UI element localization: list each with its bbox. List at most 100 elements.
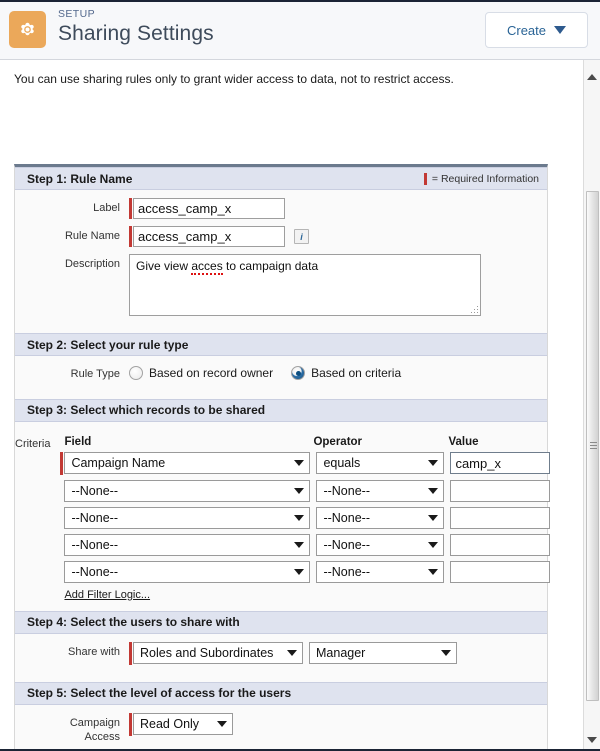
criteria-field-select-4[interactable]: --None--	[64, 534, 310, 556]
criteria-field-select-5[interactable]: --None--	[64, 561, 310, 583]
criteria-operator-select-4[interactable]: --None--	[316, 534, 444, 556]
required-marker-icon	[129, 642, 132, 665]
create-button-label: Create	[507, 23, 546, 38]
info-icon[interactable]: i	[294, 229, 309, 244]
step3-title: Step 3: Select which records to be share…	[27, 403, 265, 417]
criteria-field-select-3[interactable]: --None--	[64, 507, 310, 529]
label-input[interactable]	[133, 198, 285, 219]
criteria-field-value-3: --None--	[71, 511, 118, 525]
criteria-operator-select-3[interactable]: --None--	[316, 507, 444, 529]
share-with-label: Share with	[15, 642, 129, 660]
required-marker-icon	[129, 198, 132, 219]
share-with-role-select[interactable]: Manager	[309, 642, 457, 664]
radio-based-on-criteria[interactable]	[291, 366, 305, 380]
campaign-access-label-line1: Campaign	[70, 717, 120, 729]
criteria-operator-select-1[interactable]: equals	[316, 452, 444, 474]
chevron-down-icon	[294, 488, 304, 494]
chevron-down-icon	[294, 460, 304, 466]
content-pane: You can use sharing rules only to grant …	[0, 59, 600, 751]
campaign-access-label: Campaign Access	[15, 713, 129, 745]
textarea-resize-handle[interactable]	[468, 303, 478, 313]
chevron-down-icon	[428, 515, 438, 521]
scrollbar-grip-icon	[590, 442, 597, 449]
step4-body: Share with Roles and Subordinates Manage…	[15, 634, 547, 682]
criteria-section: Criteria Field Operator Value Campaign N…	[15, 430, 547, 601]
criteria-value-input-1[interactable]	[450, 452, 550, 474]
campaign-access-select[interactable]: Read Only	[133, 713, 233, 735]
step3-body: Criteria Field Operator Value Campaign N…	[15, 422, 547, 611]
criteria-operator-select-2[interactable]: --None--	[316, 480, 444, 502]
step2-header: Step 2: Select your rule type	[15, 333, 547, 356]
radio-based-on-record-owner-label: Based on record owner	[149, 366, 273, 380]
table-row: --None-- --None--	[60, 480, 550, 502]
rule-type-row: Rule Type Based on record owner Based on…	[15, 364, 547, 382]
required-marker-icon	[129, 226, 132, 247]
rule-name-field-label: Rule Name	[15, 226, 129, 244]
criteria-value-input-5[interactable]	[450, 561, 550, 583]
chevron-down-icon	[428, 569, 438, 575]
setup-eyebrow: SETUP	[58, 9, 214, 20]
description-textarea[interactable]: Give view acces to campaign data	[129, 254, 481, 316]
column-header-field: Field	[60, 436, 310, 448]
criteria-field-select-2[interactable]: --None--	[64, 480, 310, 502]
campaign-access-value: Read Only	[140, 717, 199, 731]
description-field-label: Description	[15, 254, 129, 272]
criteria-operator-value-2: --None--	[323, 484, 370, 498]
criteria-value-input-4[interactable]	[450, 534, 550, 556]
radio-based-on-record-owner[interactable]	[129, 366, 143, 380]
rule-name-field-row: Rule Name i	[15, 226, 547, 247]
chevron-down-icon	[294, 542, 304, 548]
table-row: --None-- --None--	[60, 507, 550, 529]
criteria-field-select-1[interactable]: Campaign Name	[64, 452, 310, 474]
criteria-table: Field Operator Value Campaign Name e	[60, 436, 550, 601]
radio-based-on-criteria-label: Based on criteria	[311, 366, 401, 380]
chevron-down-icon	[428, 542, 438, 548]
chevron-down-icon	[554, 26, 566, 34]
page-header: SETUP Sharing Settings Create	[0, 2, 600, 59]
description-field-row: Description Give view acces to campaign …	[15, 254, 547, 316]
criteria-field-value-1: Campaign Name	[71, 456, 165, 470]
page-frame: SETUP Sharing Settings Create You can us…	[0, 0, 600, 751]
create-button[interactable]: Create	[485, 12, 588, 48]
chevron-down-icon	[294, 515, 304, 521]
sharing-rules-notice: You can use sharing rules only to grant …	[0, 60, 600, 97]
table-row: --None-- --None--	[60, 561, 550, 583]
scrollbar-thumb[interactable]	[586, 191, 599, 701]
criteria-value-input-3[interactable]	[450, 507, 550, 529]
scroll-down-arrow-icon[interactable]	[584, 731, 600, 748]
criteria-value-input-2[interactable]	[450, 480, 550, 502]
rule-type-radio-group: Based on record owner Based on criteria	[129, 364, 413, 380]
share-with-select[interactable]: Roles and Subordinates	[133, 642, 303, 664]
criteria-operator-value-3: --None--	[323, 511, 370, 525]
step4-title: Step 4: Select the users to share with	[27, 615, 240, 629]
rule-name-input[interactable]	[133, 226, 285, 247]
add-filter-logic-link[interactable]: Add Filter Logic...	[64, 589, 150, 601]
scroll-up-arrow-icon[interactable]	[584, 68, 600, 85]
description-textarea-text: Give view acces to campaign data	[130, 255, 480, 277]
criteria-operator-select-5[interactable]: --None--	[316, 561, 444, 583]
step5-title: Step 5: Select the level of access for t…	[27, 686, 291, 700]
share-with-role-value: Manager	[316, 646, 365, 660]
criteria-label: Criteria	[15, 436, 60, 601]
description-text-part2: to campaign data	[223, 259, 318, 273]
step1-body: Label Rule Name i Description Give view …	[15, 190, 547, 333]
page-title: Sharing Settings	[58, 23, 214, 44]
campaign-access-row: Campaign Access Read Only	[15, 713, 547, 745]
criteria-field-value-2: --None--	[71, 484, 118, 498]
step2-body: Rule Type Based on record owner Based on…	[15, 356, 547, 399]
criteria-operator-value-1: equals	[323, 456, 360, 470]
label-field-row: Label	[15, 198, 547, 219]
campaign-access-label-line2: Access	[85, 731, 120, 743]
table-row: Campaign Name equals	[60, 452, 550, 475]
step5-body: Campaign Access Read Only	[15, 705, 547, 751]
step4-header: Step 4: Select the users to share with	[15, 611, 547, 634]
share-with-row: Share with Roles and Subordinates Manage…	[15, 642, 547, 665]
chevron-down-icon	[217, 721, 227, 727]
share-with-value: Roles and Subordinates	[140, 646, 273, 660]
vertical-scrollbar[interactable]	[583, 60, 600, 751]
required-legend-text: = Required Information	[432, 173, 539, 185]
label-field-label: Label	[15, 198, 129, 216]
header-text-group: SETUP Sharing Settings	[58, 9, 214, 44]
gear-icon	[9, 11, 46, 48]
required-marker-icon	[60, 452, 63, 475]
